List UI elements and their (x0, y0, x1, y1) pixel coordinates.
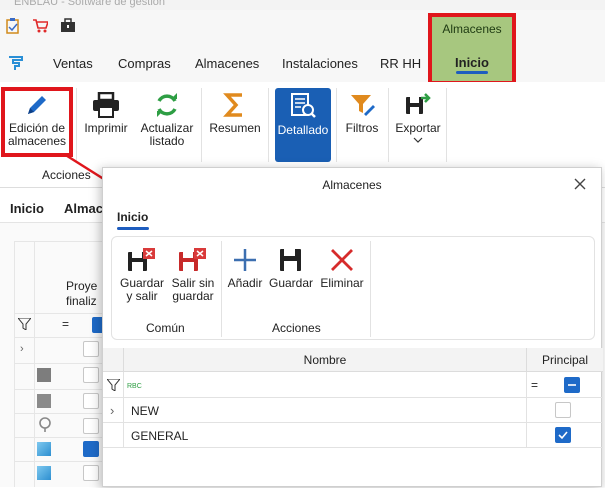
active-tab-underline (117, 227, 149, 230)
gray-square-icon (37, 368, 51, 382)
cart-icon[interactable] (32, 18, 50, 37)
add-button[interactable]: Añadir (224, 247, 266, 290)
filter-icon[interactable] (105, 378, 122, 394)
ribbon-separator (336, 88, 337, 162)
discard-exit-icon (179, 248, 206, 271)
principal-checkbox[interactable] (555, 402, 571, 418)
summary-button[interactable]: Resumen (206, 92, 264, 135)
ribbon-separator (370, 241, 371, 337)
refresh-list-button[interactable]: Actualizar listado (136, 92, 198, 148)
ribbon-separator (221, 241, 222, 337)
highlight-box-edit-button (1, 87, 73, 157)
check-icon (558, 431, 568, 440)
delete-button[interactable]: Eliminar (318, 247, 366, 290)
row-checkbox[interactable] (83, 465, 99, 481)
principal-filter-checkbox[interactable] (564, 377, 580, 393)
printer-icon (93, 92, 119, 118)
document-tab-almacenes[interactable]: Almac (64, 201, 103, 216)
row-checkbox[interactable] (83, 367, 99, 383)
highlight-box-contextual-tab (428, 13, 516, 85)
column-header-proyecto: Proye finaliz (66, 279, 98, 308)
print-label: Imprimir (84, 121, 128, 135)
detailed-view-button[interactable]: Detallado (275, 88, 331, 162)
warehouses-grid: Nombre Principal RBC = › NEW GENERAL (103, 348, 603, 488)
summary-label: Resumen (209, 121, 261, 135)
row-checkbox[interactable] (83, 393, 99, 409)
app-title: ENBLAU - Software de gestión (14, 0, 166, 8)
close-icon[interactable] (573, 177, 587, 191)
magnifier-icon (37, 417, 53, 436)
document-tab-inicio[interactable]: Inicio (10, 201, 44, 216)
ribbon-group-label-acciones: Acciones (272, 321, 321, 335)
plus-icon (234, 249, 256, 271)
equals-operator-icon[interactable]: = (531, 378, 538, 392)
dialog-tab-inicio[interactable]: Inicio (117, 210, 149, 230)
chevron-right-icon[interactable]: › (110, 403, 114, 418)
save-and-exit-button[interactable]: Guardar y salir (118, 247, 166, 303)
filter-icon (351, 95, 375, 116)
ribbon-separator (388, 88, 389, 162)
print-button[interactable]: Imprimir (80, 92, 132, 135)
app-logo-icon[interactable] (8, 55, 24, 74)
warehouses-dialog: Almacenes Inicio Guardar y salir Salir s… (102, 167, 603, 488)
tab-instalaciones[interactable]: Instalaciones (282, 56, 358, 71)
text-filter-icon[interactable]: RBC (127, 379, 143, 393)
add-label: Añadir (227, 276, 263, 290)
save-button[interactable]: Guardar (268, 247, 314, 290)
sigma-icon (223, 93, 242, 117)
gray-square-icon (37, 394, 51, 408)
table-row[interactable]: › NEW (103, 398, 603, 423)
title-bar: ENBLAU - Software de gestión (0, 0, 605, 10)
ribbon-separator (268, 88, 269, 162)
save-label: Guardar (268, 276, 314, 290)
column-header-nombre[interactable]: Nombre (123, 348, 526, 372)
refresh-icon (157, 93, 177, 117)
detail-document-icon (291, 93, 316, 118)
tab-compras[interactable]: Compras (118, 56, 171, 71)
table-row[interactable]: GENERAL (103, 423, 603, 448)
ribbon-separator (446, 88, 447, 162)
refresh-line2: listado (149, 134, 185, 148)
row-indicator-header (103, 348, 123, 372)
filter-icon[interactable] (16, 317, 33, 333)
save-exit-line2: y salir (126, 289, 158, 303)
save-exit-icon (128, 248, 155, 271)
row-nombre: NEW (131, 404, 159, 418)
tab-almacenes[interactable]: Almacenes (195, 56, 259, 71)
tab-rrhh[interactable]: RR HH (380, 56, 421, 71)
column-header-principal[interactable]: Principal (526, 348, 603, 372)
row-checkbox[interactable] (83, 418, 99, 434)
tab-ventas[interactable]: Ventas (53, 56, 93, 71)
filters-label: Filtros (345, 121, 379, 135)
discard-exit-line2: guardar (172, 289, 214, 303)
detailed-label: Detallado (277, 123, 329, 137)
chevron-right-icon[interactable]: › (20, 343, 24, 355)
row-checkbox[interactable] (83, 441, 99, 457)
chevron-down-icon (413, 137, 423, 143)
export-icon (406, 93, 431, 114)
filter-row: RBC = (103, 372, 603, 398)
x-delete-icon (331, 249, 353, 271)
exit-without-saving-button[interactable]: Salir sin guardar (170, 247, 216, 303)
ribbon-group-label-comun: Común (146, 321, 185, 335)
blue-square-icon (37, 442, 51, 456)
dialog-title: Almacenes (322, 178, 382, 192)
svg-text:RBC: RBC (127, 383, 142, 390)
dialog-tab-label: Inicio (117, 210, 149, 224)
blue-square-icon (37, 466, 51, 480)
save-icon (280, 249, 301, 271)
clipboard-icon[interactable] (6, 18, 20, 37)
delete-label: Eliminar (320, 276, 364, 290)
equals-operator-icon: = (62, 317, 70, 331)
export-label: Exportar (395, 121, 441, 135)
ribbon-separator (201, 88, 202, 162)
filters-button[interactable]: Filtros (340, 92, 384, 135)
row-nombre: GENERAL (131, 429, 189, 443)
principal-checkbox-checked[interactable] (555, 427, 571, 443)
briefcase-icon[interactable] (60, 18, 76, 37)
row-checkbox[interactable] (83, 341, 99, 357)
dialog-ribbon: Guardar y salir Salir sin guardar Común … (111, 236, 595, 340)
export-button[interactable]: Exportar (392, 92, 444, 149)
